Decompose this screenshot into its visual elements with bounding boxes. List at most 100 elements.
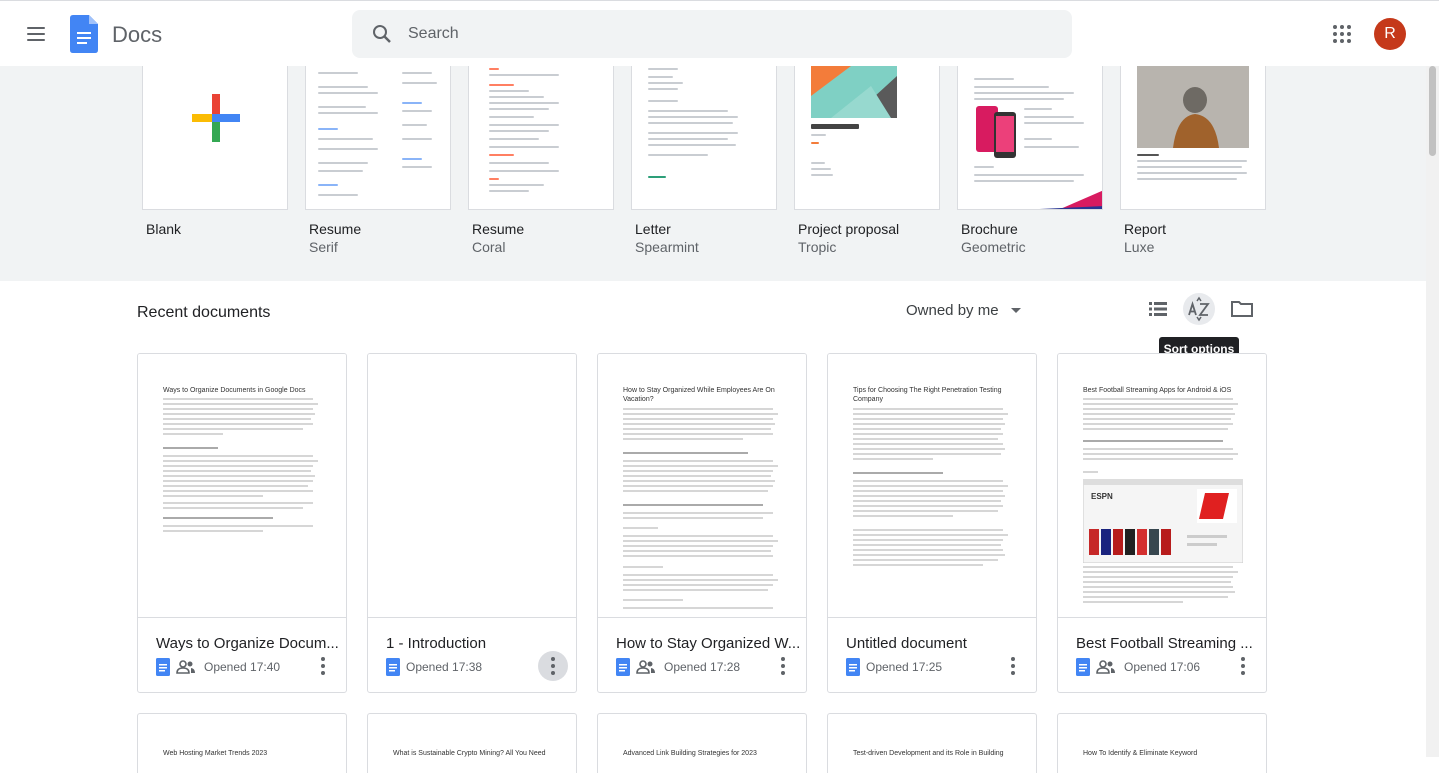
template-resume-coral[interactable]: Resume Coral	[468, 66, 614, 255]
svg-text:ESPN: ESPN	[1091, 492, 1113, 501]
account-avatar[interactable]: R	[1374, 18, 1406, 50]
doc-meta: Opened 17:40	[156, 658, 280, 676]
doc-preview-title: How to Stay Organized While Employees Ar…	[623, 387, 775, 403]
doc-card[interactable]: 1 - Introduction Opened 17:38	[367, 353, 577, 693]
template-style: Luxe	[1124, 239, 1155, 255]
app-title[interactable]: Docs	[112, 22, 162, 48]
folder-icon[interactable]	[1226, 293, 1258, 325]
template-name: Blank	[146, 221, 182, 237]
chevron-down-icon	[1010, 307, 1021, 313]
doc-meta: Opened 17:28	[616, 658, 740, 676]
doc-preview-title: Best Football Streaming Apps for Android…	[1083, 387, 1232, 394]
template-thumbnail[interactable]	[957, 66, 1103, 210]
docs-file-icon	[616, 658, 630, 676]
template-name: Resume	[309, 221, 362, 237]
template-name: Resume	[472, 221, 525, 237]
owner-filter-dropdown[interactable]: Owned by me	[906, 300, 1021, 320]
scrollbar-thumb[interactable]	[1429, 66, 1436, 156]
proposal-cover-art	[811, 66, 897, 118]
more-options-icon[interactable]	[538, 651, 568, 681]
template-resume-serif[interactable]: Resume Serif	[305, 66, 451, 255]
template-gallery: Blank Resume Serif Resume Coral Letter S…	[0, 66, 1426, 281]
doc-meta: Opened 17:25	[846, 658, 942, 676]
shared-people-icon	[176, 660, 195, 674]
template-style: Geometric	[961, 239, 1026, 255]
doc-title: Ways to Organize Docum...	[156, 635, 339, 652]
doc-card[interactable]: Web Hosting Market Trends 2023	[137, 713, 347, 773]
doc-title: Untitled document	[846, 635, 967, 652]
doc-title: How to Stay Organized W...	[616, 635, 801, 652]
doc-preview: Tips for Choosing The Right Penetration …	[828, 354, 1036, 618]
template-project-proposal[interactable]: Project proposal Tropic	[794, 66, 940, 255]
doc-preview-title: Ways to Organize Documents in Google Doc…	[163, 387, 306, 394]
docs-logo-icon[interactable]	[70, 15, 98, 53]
template-thumbnail[interactable]	[794, 66, 940, 210]
doc-card[interactable]: Best Football Streaming Apps for Android…	[1057, 353, 1267, 693]
owner-filter-label: Owned by me	[906, 301, 999, 319]
more-options-icon[interactable]	[768, 651, 798, 681]
template-report-luxe[interactable]: Report Luxe	[1120, 66, 1266, 255]
search-input[interactable]	[408, 10, 1048, 58]
shared-people-icon	[1096, 660, 1115, 674]
list-view-icon[interactable]	[1142, 293, 1174, 325]
doc-card[interactable]: Advanced Link Building Strategies for 20…	[597, 713, 807, 773]
doc-preview: How to Stay Organized While Employees Ar…	[598, 354, 806, 618]
doc-meta: Opened 17:06	[1076, 658, 1200, 676]
doc-title: Best Football Streaming ...	[1076, 635, 1253, 652]
template-style: Spearmint	[635, 239, 699, 255]
template-letter-spearmint[interactable]: Letter Spearmint	[631, 66, 777, 255]
espn-screenshot-image: ESPN	[1083, 479, 1243, 563]
more-options-icon[interactable]	[308, 651, 338, 681]
opened-time: Opened 17:28	[664, 660, 741, 674]
search-icon[interactable]	[370, 22, 394, 46]
template-thumbnail[interactable]	[631, 66, 777, 210]
doc-preview-title: Tips for Choosing The Right Penetration …	[853, 387, 1002, 403]
shared-people-icon	[636, 660, 655, 674]
template-name: Report	[1124, 221, 1167, 237]
page-scrollbar[interactable]	[1426, 66, 1439, 757]
doc-card[interactable]: What is Sustainable Crypto Mining? All Y…	[367, 713, 577, 773]
opened-time: Opened 17:38	[406, 660, 483, 674]
template-name: Brochure	[961, 221, 1018, 237]
phone-image	[976, 106, 1016, 158]
doc-title: 1 - Introduction	[386, 635, 487, 652]
doc-card[interactable]: Test-driven Development and its Role in …	[827, 713, 1037, 773]
doc-preview: Ways to Organize Documents in Google Doc…	[138, 354, 346, 618]
doc-card[interactable]: How To Identify & Eliminate Keyword	[1057, 713, 1267, 773]
template-name: Project proposal	[798, 221, 900, 237]
sort-options-button[interactable]	[1183, 293, 1215, 325]
more-options-icon[interactable]	[1228, 651, 1258, 681]
plus-icon	[192, 94, 240, 142]
google-apps-icon[interactable]	[1330, 22, 1354, 46]
brochure-footer-art	[1039, 190, 1102, 209]
doc-card[interactable]: Ways to Organize Documents in Google Doc…	[137, 353, 347, 693]
template-style: Tropic	[798, 239, 837, 255]
search-bar[interactable]	[352, 10, 1072, 58]
opened-time: Opened 17:25	[866, 660, 943, 674]
template-thumbnail[interactable]	[1120, 66, 1266, 210]
doc-meta: Opened 17:38	[386, 658, 482, 676]
more-options-icon[interactable]	[998, 651, 1028, 681]
doc-preview: Best Football Streaming Apps for Android…	[1058, 354, 1266, 618]
opened-time: Opened 17:40	[204, 660, 281, 674]
sort-az-icon	[1188, 296, 1210, 322]
docs-file-icon	[846, 658, 860, 676]
template-style: Coral	[472, 239, 506, 255]
template-blank[interactable]: Blank	[142, 66, 288, 237]
opened-time: Opened 17:06	[1124, 660, 1201, 674]
doc-preview	[368, 354, 576, 618]
doc-card[interactable]: How to Stay Organized While Employees Ar…	[597, 353, 807, 693]
recent-documents-heading: Recent documents	[137, 304, 271, 321]
doc-card[interactable]: Tips for Choosing The Right Penetration …	[827, 353, 1037, 693]
docs-file-icon	[1076, 658, 1090, 676]
template-thumbnail[interactable]	[468, 66, 614, 210]
template-thumbnail[interactable]	[142, 66, 288, 210]
template-brochure[interactable]: Brochure Geometric	[957, 66, 1103, 255]
docs-file-icon	[156, 658, 170, 676]
template-thumbnail[interactable]	[305, 66, 451, 210]
main-menu-icon[interactable]	[24, 22, 48, 46]
template-style: Serif	[309, 239, 338, 255]
report-cover-image	[1137, 66, 1249, 148]
top-bar: Docs R	[0, 0, 1439, 66]
template-name: Letter	[635, 221, 671, 237]
